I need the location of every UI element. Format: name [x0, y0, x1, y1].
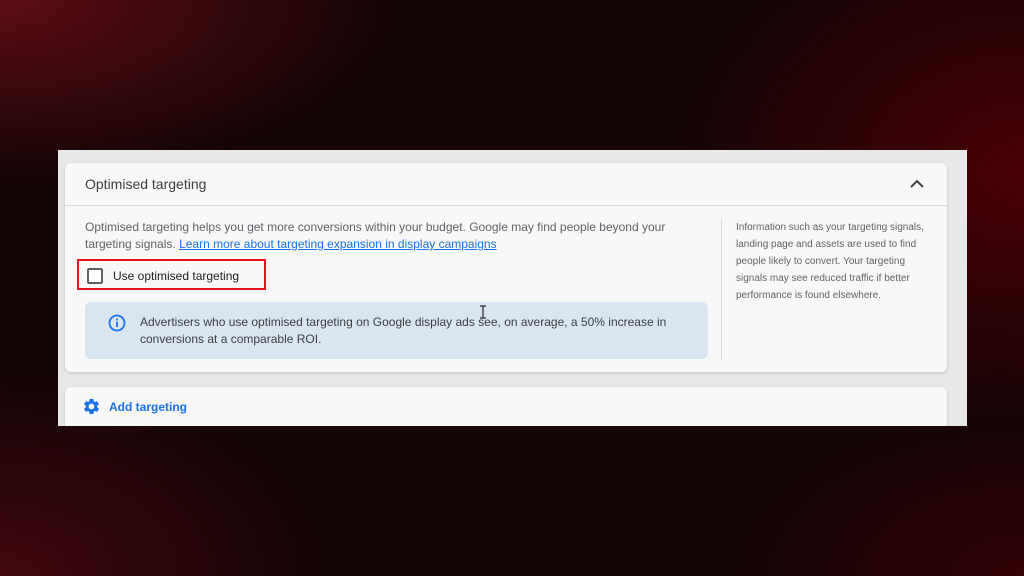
card-title: Optimised targeting	[85, 176, 207, 192]
info-banner-text: Advertisers who use optimised targeting …	[140, 315, 667, 346]
info-banner: Advertisers who use optimised targeting …	[85, 302, 708, 359]
highlight-annotation	[77, 259, 266, 290]
chevron-up-icon	[910, 179, 924, 188]
section-description: Optimised targeting helps you get more c…	[85, 219, 705, 253]
optimised-targeting-card: Optimised targeting Optimised targeting …	[65, 163, 947, 372]
info-icon	[108, 314, 126, 332]
card-header[interactable]: Optimised targeting	[65, 163, 947, 206]
text-cursor-icon	[480, 305, 486, 319]
add-targeting-button[interactable]: Add targeting	[65, 387, 947, 426]
gear-icon	[84, 398, 99, 415]
side-divider	[721, 219, 722, 359]
collapse-button[interactable]	[907, 175, 927, 193]
learn-more-link[interactable]: Learn more about targeting expansion in …	[179, 237, 497, 251]
screenshot-panel: Optimised targeting Optimised targeting …	[58, 150, 967, 426]
side-note: Information such as your targeting signa…	[736, 222, 924, 301]
add-targeting-label: Add targeting	[109, 400, 187, 414]
